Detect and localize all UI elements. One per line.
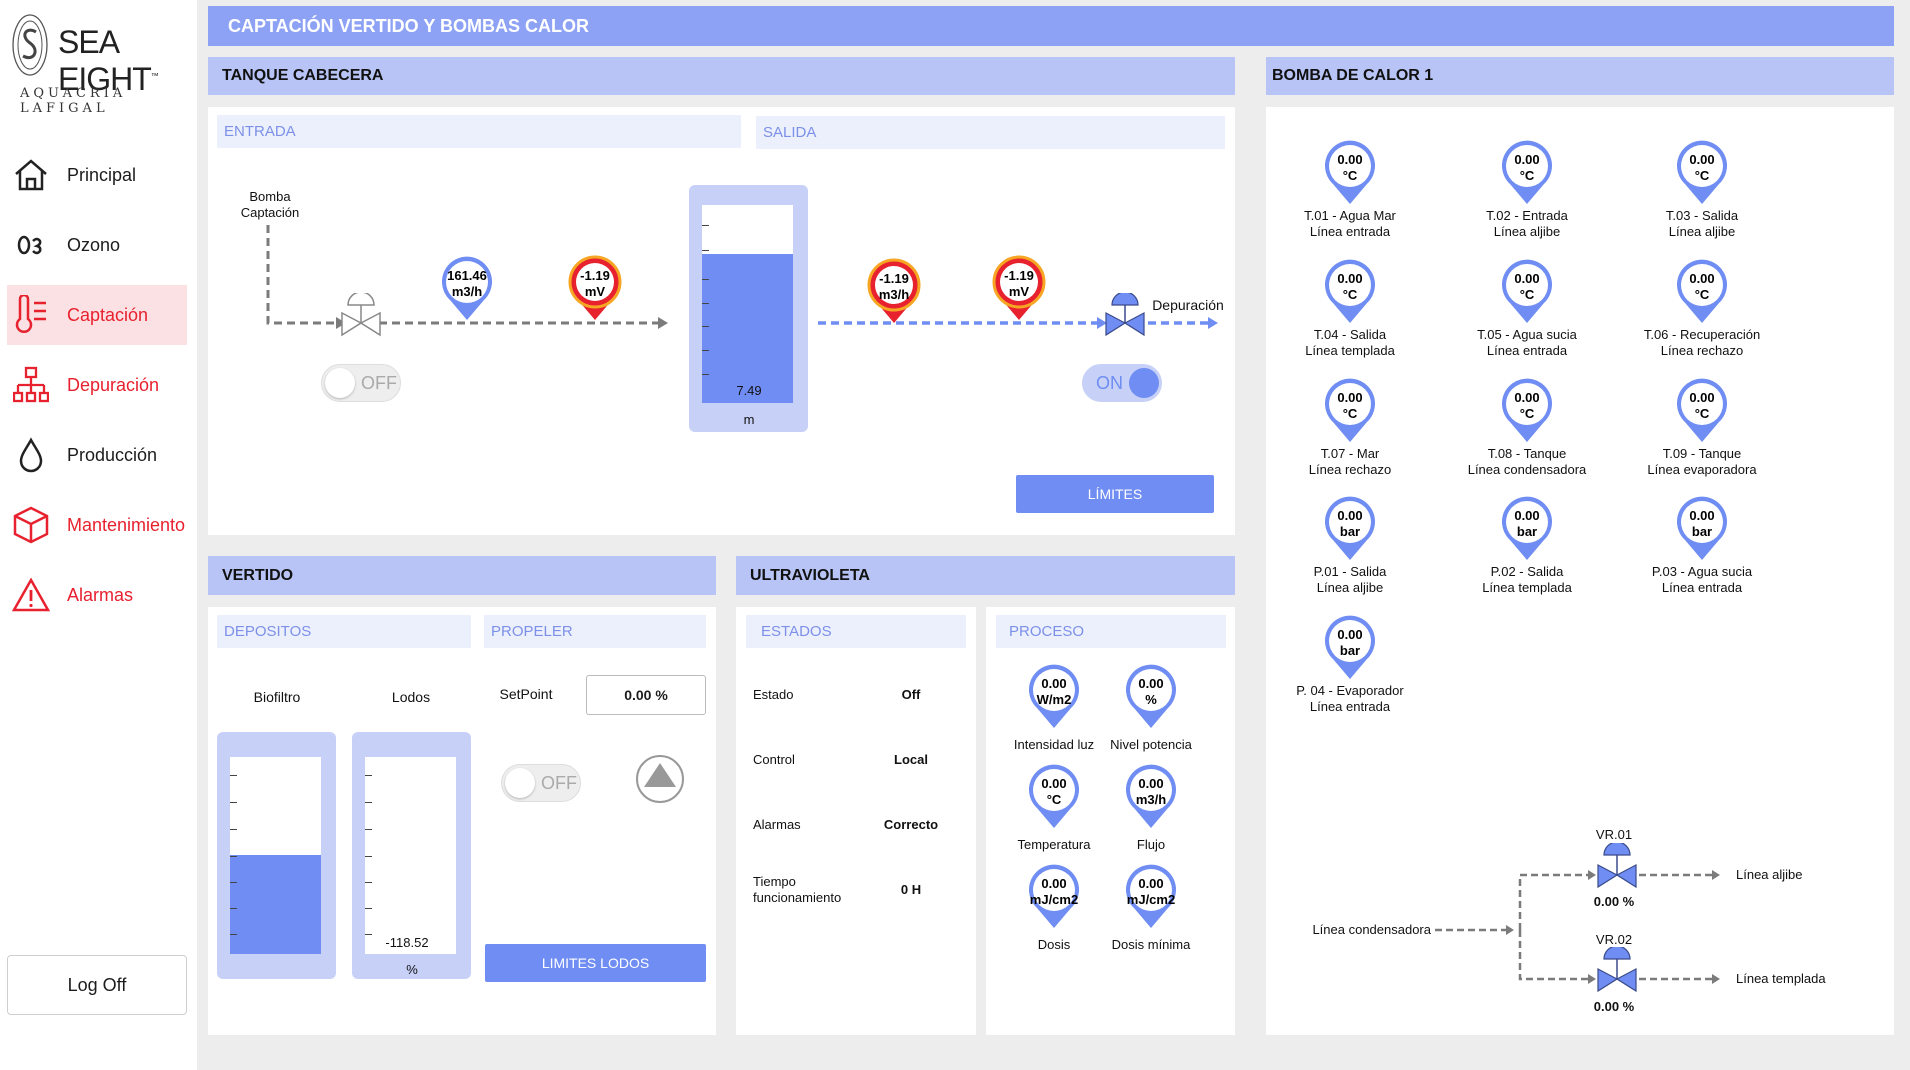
out-flow-sensor-pin[interactable]: -1.19 m3/h [864, 257, 924, 329]
tank-unit: m [743, 412, 755, 427]
linea-aljibe-label: Línea aljibe [1736, 867, 1803, 882]
bomba-header: BOMBA DE CALOR 1 [1266, 57, 1894, 95]
nav-label: Producción [67, 444, 158, 465]
control-value: Local [894, 752, 928, 767]
propeler-toggle[interactable]: OFF [501, 764, 581, 802]
limites-lodos-button[interactable]: LIMITES LODOS [485, 944, 706, 982]
tank-biofiltro [217, 732, 336, 979]
cube-icon [11, 505, 51, 545]
bomba-panel: 0.00 °C T.01 - Agua Mar Línea entrada 0.00 °C… [1266, 107, 1894, 1035]
brand-logo: SEA EIGHT™ AQUACRÍA LAFIGAL [8, 10, 193, 116]
linea-templada-label: Línea templada [1736, 971, 1826, 986]
tanque-header: TANQUE CABECERA [208, 57, 1235, 95]
nav-produccion[interactable]: Producción [7, 425, 187, 485]
network-icon [11, 365, 51, 405]
nav-captacion[interactable]: Captación [7, 285, 187, 345]
home-icon [11, 155, 51, 195]
alarmas-value: Correcto [883, 817, 939, 832]
lodos-label: Lodos [391, 689, 431, 705]
propeler-icon [636, 755, 684, 803]
tiempo-label: Tiempo funcionamiento [753, 874, 842, 905]
vr02-value: 0.00 % [1593, 999, 1635, 1014]
drop-icon [11, 435, 51, 475]
mv-sensor-pin[interactable]: -1.19 mV [565, 254, 625, 326]
biofiltro-label: Biofiltro [253, 689, 301, 705]
estado-label: Estado [753, 687, 794, 702]
tiempo-value: 0 H [900, 882, 922, 897]
tank-level-fill [702, 254, 793, 403]
out-mv-sensor-pin[interactable]: -1.19 mV [989, 254, 1049, 326]
flow-sensor-pin[interactable]: 161.46 m3/h [437, 254, 497, 326]
estados-header: ESTADOS [746, 615, 966, 648]
seaeight-logo-icon [12, 14, 48, 76]
captacion-pump-toggle[interactable]: OFF [321, 364, 401, 402]
alarmas-label: Alarmas [753, 817, 801, 832]
nav-label: Alarmas [67, 584, 134, 605]
setpoint-input[interactable]: 0.00 % [586, 675, 706, 715]
nav-label: Depuración [67, 374, 160, 395]
depuracion-label: Depuración [1152, 297, 1224, 313]
linea-condensadora-label: Línea condensadora [1312, 922, 1431, 937]
brand-subtitle: AQUACRÍA LAFIGAL [20, 86, 127, 116]
nav-mantenimiento[interactable]: Mantenimiento [7, 495, 187, 555]
depositos-header: DEPOSITOS [217, 615, 471, 648]
vertido-panel: DEPOSITOS PROPELER Biofiltro Lodos -118.… [208, 607, 716, 1035]
proceso-header: PROCESO [996, 615, 1226, 648]
uv-gauge-pin[interactable]: 0.00 °C [1024, 762, 1084, 834]
tank-lodos: -118.52 % [352, 732, 471, 979]
sidebar: SEA EIGHT™ AQUACRÍA LAFIGAL Principal Oz… [0, 0, 197, 1070]
uv-gauge-pin[interactable]: 0.00 W/m2 [1024, 662, 1084, 734]
uv-gauge-label: Nivel potencia [1110, 737, 1192, 752]
tank-cabecera: 7.49 m [689, 185, 808, 432]
setpoint-label: SetPoint [499, 686, 553, 702]
page-title: CAPTACIÓN VERTIDO Y BOMBAS CALOR [208, 6, 1894, 46]
proceso-panel: PROCESO 0.00 W/m2 Intensidad luz 0.00% Nivel… [986, 607, 1235, 1035]
estado-value: Off [901, 687, 921, 702]
nav-label: Mantenimiento [67, 514, 186, 535]
nav-principal[interactable]: Principal [7, 145, 187, 205]
valve-depuracion-icon[interactable] [1104, 293, 1146, 341]
uv-gauge-label: Dosis mínima [1111, 937, 1191, 952]
control-label: Control [753, 752, 795, 767]
warning-icon [11, 575, 51, 615]
nav-depuracion[interactable]: Depuración [7, 355, 187, 415]
lodos-unit: % [406, 962, 418, 977]
logoff-button[interactable]: Log Off [7, 955, 187, 1015]
bomba-valve-network [1435, 870, 1720, 984]
nav-alarmas[interactable]: Alarmas [7, 565, 187, 625]
uv-gauge-pin[interactable]: 0.00 m3/h [1121, 762, 1181, 834]
uv-gauge-label: Flujo [1136, 837, 1166, 852]
vertido-header: VERTIDO [208, 556, 716, 595]
valve-vr02-icon[interactable] [1596, 947, 1638, 993]
vr02-label: VR.02 [1595, 932, 1633, 947]
thermometer-icon [11, 295, 51, 335]
uv-gauge-pin[interactable]: 0.00% [1121, 662, 1181, 734]
vr01-value: 0.00 % [1593, 894, 1635, 909]
biofiltro-level-fill [230, 855, 321, 954]
valve-icon[interactable] [340, 293, 382, 341]
estados-panel: ESTADOS Estado Off Control Local Alarmas… [736, 607, 976, 1035]
uv-header: ULTRAVIOLETA [736, 556, 1235, 595]
tank-value: 7.49 [736, 383, 762, 398]
propeler-header: PROPELER [484, 615, 706, 648]
valve-vr01-icon[interactable] [1596, 843, 1638, 889]
nav-label: Principal [67, 164, 137, 185]
uv-gauge-pin[interactable]: 0.00 mJ/cm2 [1121, 862, 1181, 934]
nav-label: Ozono [67, 234, 121, 255]
vr01-label: VR.01 [1595, 827, 1633, 842]
ozone-icon [11, 225, 51, 265]
tanque-panel: ENTRADA SALIDA Bomba Captación Depuración… [208, 107, 1235, 535]
uv-gauge-pin[interactable]: 0.00 mJ/cm2 [1024, 862, 1084, 934]
lodos-value: -118.52 [385, 935, 429, 950]
nav-label: Captación [67, 304, 149, 325]
nav-ozono[interactable]: Ozono [7, 215, 187, 275]
depuracion-valve-toggle[interactable]: ON [1082, 364, 1162, 402]
limits-button[interactable]: LÍMITES [1016, 475, 1214, 513]
